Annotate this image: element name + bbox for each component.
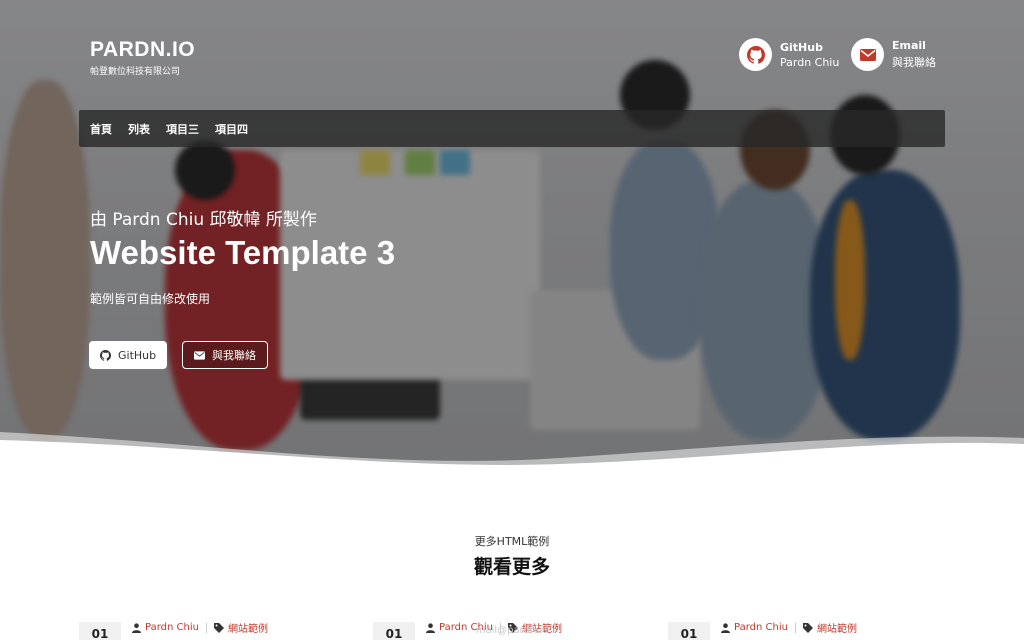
- section-title: 觀看更多: [473, 556, 550, 578]
- email-contact-value: 與我聯絡: [892, 56, 936, 69]
- hero-author-line: 由 Pardn Chiu 邱敬幃 所製作: [90, 210, 317, 230]
- main-navbar: 首頁 列表 項目三 項目四: [79, 110, 945, 147]
- nav-item-home[interactable]: 首頁: [90, 121, 112, 137]
- contact-button[interactable]: 與我聯絡: [182, 341, 268, 369]
- email-contact[interactable]: Email 與我聯絡: [851, 38, 936, 71]
- hero-description: 範例皆可自由修改使用: [90, 292, 211, 306]
- footer-email-ghost: mail@pardn.io: [475, 625, 549, 636]
- brand[interactable]: PARDN.IO 帕登數位科技有限公司: [90, 38, 195, 77]
- github-button-label: GitHub: [118, 348, 157, 362]
- hero-wave-divider: [0, 432, 1024, 470]
- section-subtitle: 更多HTML範例: [474, 535, 550, 548]
- github-contact-value: Pardn Chiu: [780, 55, 840, 69]
- nav-item-three[interactable]: 項目三: [166, 121, 199, 137]
- brand-subtitle: 帕登數位科技有限公司: [90, 67, 181, 77]
- email-contact-label: Email: [892, 39, 926, 52]
- github-button[interactable]: GitHub: [89, 341, 167, 369]
- github-icon: [739, 38, 772, 71]
- envelope-icon: [194, 350, 205, 360]
- github-contact-label: GitHub: [780, 40, 823, 54]
- brand-title: PARDN.IO: [90, 38, 196, 61]
- nav-item-four[interactable]: 項目四: [215, 121, 248, 137]
- nav-item-list[interactable]: 列表: [128, 121, 150, 137]
- hero-title: Website Template 3: [90, 234, 396, 271]
- envelope-icon: [851, 38, 884, 71]
- hero-section: PARDN.IO 帕登數位科技有限公司 GitHub Pardn Chiu Em…: [0, 0, 1024, 470]
- contact-button-label: 與我聯絡: [212, 349, 256, 362]
- github-contact[interactable]: GitHub Pardn Chiu: [739, 38, 839, 71]
- github-icon: [100, 349, 111, 361]
